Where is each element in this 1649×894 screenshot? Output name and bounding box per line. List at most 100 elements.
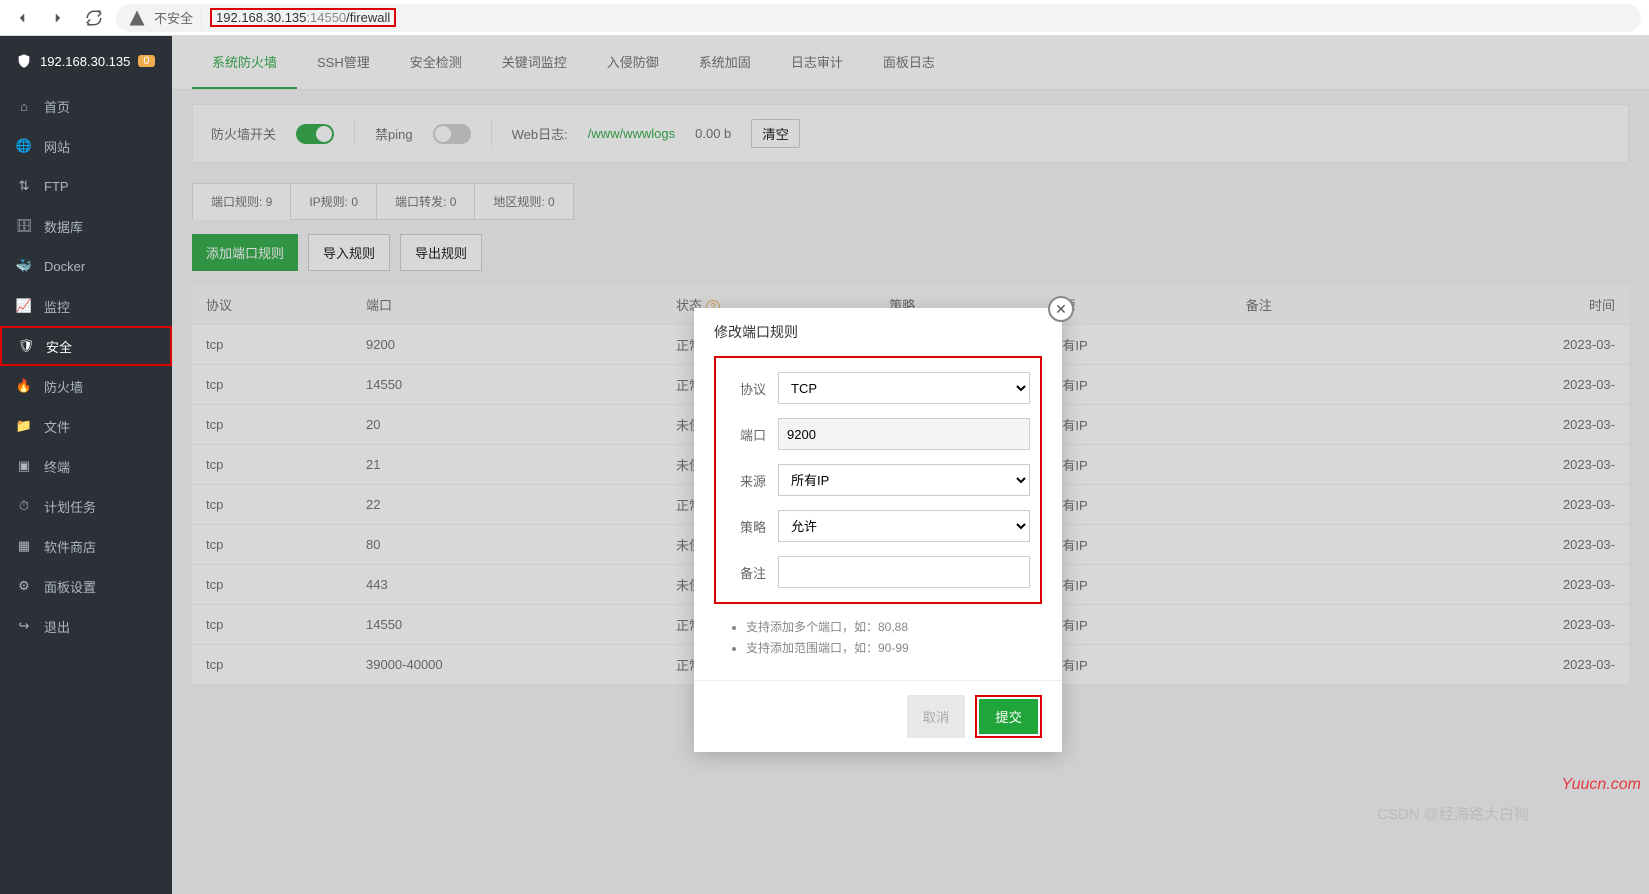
tip-item: 支持添加多个端口，如：80,88 [746, 618, 1042, 635]
sidebar-icon: 🗄 [16, 218, 32, 234]
sidebar-item-label: 计划任务 [44, 497, 96, 516]
shield-icon [16, 53, 32, 69]
edit-port-rule-modal: ✕ 修改端口规则 协议 TCP 端口 来源 所有IP 策略 允许 备注 [694, 308, 1062, 752]
nav-back-button[interactable] [8, 4, 36, 32]
sidebar-item-label: 首页 [44, 97, 70, 116]
sidebar-header: 192.168.30.135 0 [0, 36, 172, 86]
sidebar-item-label: Docker [44, 259, 85, 274]
nav-reload-button[interactable] [80, 4, 108, 32]
tabs: 系统防火墙SSH管理安全检测关键词监控入侵防御系统加固日志审计面板日志 [172, 36, 1649, 90]
toolbar: 防火墙开关 禁ping Web日志: /www/wwwlogs 0.00 b 清… [192, 104, 1629, 163]
submit-button[interactable]: 提交 [979, 699, 1038, 734]
sidebar-item-10[interactable]: ⏱计划任务 [0, 486, 172, 526]
sidebar-item-7[interactable]: 🔥 防火墙 [0, 366, 172, 406]
browser-bar: 不安全 192.168.30.135:14550/firewall [0, 0, 1649, 36]
rule-tab-0[interactable]: 端口规则: 9 [192, 183, 291, 220]
divider [491, 122, 492, 146]
rule-tab-3[interactable]: 地区规则: 0 [474, 183, 573, 220]
modal-close-button[interactable]: ✕ [1048, 296, 1074, 322]
remark-input[interactable] [778, 556, 1030, 588]
sidebar-item-label: 防火墙 [44, 377, 83, 396]
tip-item: 支持添加范围端口，如：90-99 [746, 639, 1042, 656]
th-proto: 协议 [192, 285, 352, 325]
port-label: 端口 [726, 425, 766, 444]
policy-select[interactable]: 允许 [778, 510, 1030, 542]
tab-1[interactable]: SSH管理 [297, 36, 390, 89]
export-rules-button[interactable]: 导出规则 [400, 234, 482, 271]
sidebar-item-6[interactable]: 🛡 安全 [0, 326, 172, 366]
sidebar-item-label: 终端 [44, 457, 70, 476]
sidebar-item-5[interactable]: 📈 监控 [0, 286, 172, 326]
sidebar-item-4[interactable]: 🐳 Docker [0, 246, 172, 286]
proto-select[interactable]: TCP [778, 372, 1030, 404]
sidebar: 192.168.30.135 0 ⌂首页 🌐 网站 ⇅FTP🗄数据库 🐳 Docker 📈 监… [0, 36, 172, 894]
th-time: 时间 [1392, 285, 1629, 325]
sidebar-item-label: FTP [44, 179, 69, 194]
port-input[interactable] [778, 418, 1030, 450]
sidebar-item-label: 安全 [46, 337, 72, 356]
clear-log-button[interactable]: 清空 [751, 119, 800, 148]
sidebar-item-label: 退出 [44, 617, 70, 636]
weblog-path-link[interactable]: /www/wwwlogs [588, 126, 675, 141]
sidebar-item-label: 面板设置 [44, 577, 96, 596]
sidebar-item-13[interactable]: ↪ 退出 [0, 606, 172, 646]
source-select[interactable]: 所有IP [778, 464, 1030, 496]
sidebar-item-label: 监控 [44, 297, 70, 316]
sidebar-icon: 🌐 [16, 138, 32, 154]
weblog-size: 0.00 b [695, 126, 731, 141]
modal-title: 修改端口规则 [694, 308, 1062, 356]
sidebar-host: 192.168.30.135 [40, 54, 130, 69]
insecure-icon [128, 9, 146, 27]
sidebar-item-3[interactable]: 🗄数据库 [0, 206, 172, 246]
rule-tab-1[interactable]: IP规则: 0 [290, 183, 377, 220]
tab-2[interactable]: 安全检测 [390, 36, 482, 89]
remark-label: 备注 [726, 563, 766, 582]
tab-4[interactable]: 入侵防御 [587, 36, 679, 89]
import-rules-button[interactable]: 导入规则 [308, 234, 390, 271]
th-port: 端口 [352, 285, 662, 325]
sidebar-item-1[interactable]: 🌐 网站 [0, 126, 172, 166]
firewall-switch-label: 防火墙开关 [211, 124, 276, 143]
nav-forward-button[interactable] [44, 4, 72, 32]
sidebar-item-0[interactable]: ⌂首页 [0, 86, 172, 126]
tab-5[interactable]: 系统加固 [679, 36, 771, 89]
rule-tabs: 端口规则: 9IP规则: 0端口转发: 0地区规则: 0 [192, 183, 1629, 220]
tab-6[interactable]: 日志审计 [771, 36, 863, 89]
watermark: Yuucn.com [1562, 776, 1641, 794]
sidebar-item-8[interactable]: 📁 文件 [0, 406, 172, 446]
rule-tab-2[interactable]: 端口转发: 0 [376, 183, 475, 220]
source-label: 来源 [726, 471, 766, 490]
sidebar-icon: ↪ [16, 618, 32, 634]
sidebar-icon: ▣ [16, 458, 32, 474]
sidebar-item-9[interactable]: ▣ 终端 [0, 446, 172, 486]
cancel-button[interactable]: 取消 [907, 695, 966, 738]
csdn-watermark: CSDN @经海路大白狗 [1377, 803, 1529, 824]
sidebar-item-12[interactable]: ⚙面板设置 [0, 566, 172, 606]
divider [354, 122, 355, 146]
sidebar-item-label: 文件 [44, 417, 70, 436]
tab-0[interactable]: 系统防火墙 [192, 36, 297, 89]
firewall-toggle[interactable] [296, 124, 334, 144]
proto-label: 协议 [726, 379, 766, 398]
url-bar[interactable]: 不安全 192.168.30.135:14550/firewall [116, 4, 1641, 32]
url-text: 192.168.30.135:14550/firewall [216, 10, 390, 25]
tab-7[interactable]: 面板日志 [863, 36, 955, 89]
sidebar-icon: 🔥 [16, 378, 32, 394]
sidebar-icon: 🐳 [16, 258, 32, 274]
sidebar-item-label: 软件商店 [44, 537, 96, 556]
modal-tips: 支持添加多个端口，如：80,88 支持添加范围端口，如：90-99 [714, 604, 1042, 670]
add-port-rule-button[interactable]: 添加端口规则 [192, 234, 298, 271]
sidebar-item-label: 网站 [44, 137, 70, 156]
insecure-label: 不安全 [154, 8, 193, 27]
sidebar-icon: 🛡 [18, 338, 34, 354]
sidebar-item-11[interactable]: ▦ 软件商店 [0, 526, 172, 566]
policy-label: 策略 [726, 517, 766, 536]
weblog-label: Web日志: [512, 124, 568, 143]
sidebar-item-2[interactable]: ⇅FTP [0, 166, 172, 206]
sidebar-icon: 📈 [16, 298, 32, 314]
sidebar-icon: ▦ [16, 538, 32, 554]
ping-toggle[interactable] [433, 124, 471, 144]
sidebar-icon: 📁 [16, 418, 32, 434]
sidebar-badge: 0 [138, 55, 154, 67]
tab-3[interactable]: 关键词监控 [482, 36, 587, 89]
